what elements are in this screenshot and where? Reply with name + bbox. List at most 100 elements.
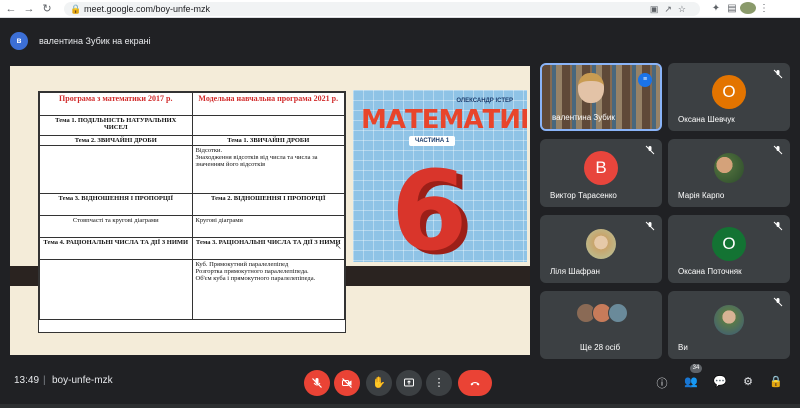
avatar [608,303,628,323]
info-icon[interactable]: ⓘ [655,375,669,391]
lock-icon[interactable]: 🔒 [70,2,81,16]
avatar [586,229,616,259]
participant-tile-viktor-tarasenko[interactable]: В Виктор Тарасенко [540,139,662,207]
table-row: Тема 3. ВІДНОШЕННЯ І ПРОПОРЦІЇ Тема 2. В… [39,193,345,216]
participant-tile-oksana-shevchuk[interactable]: О Оксана Шевчук [668,63,790,131]
meeting-controls-bar: 13:49 | boy-unfe-mzk ✋ ⋮ ⓘ 👥 💬 ⚙ 🔒 [0,364,800,404]
cell-right: Відсотки. Знаходження відсотків від числ… [191,145,345,194]
speaking-indicator-icon: ≡ [638,73,652,87]
activities-icon[interactable]: ⚙ [741,375,755,388]
people-icon[interactable]: 👥 [684,375,698,388]
participant-tile-lilia-shafran[interactable]: Ліля Шафран [540,215,662,283]
mic-toggle-button[interactable] [304,370,330,396]
cell-right: Куб. Прямокутний паралелепіпед Розгортка… [191,259,345,320]
menu-kebab-icon[interactable]: ⋮ [756,2,772,16]
mouse-cursor-icon: ↖ [335,242,342,251]
participant-name: Марія Карпо [678,191,725,200]
meeting-time: 13:49 [14,375,40,386]
avatar: О [712,227,746,261]
leave-call-button[interactable] [458,370,492,396]
window-bottom-edge [0,404,800,408]
participant-count-badge: 34 [690,364,702,373]
participant-tile-others[interactable]: Ще 28 осіб [540,291,662,359]
table-row: Куб. Прямокутний паралелепіпед Розгортка… [39,259,345,320]
presenting-text: валентина Зубик на екрані [39,36,151,46]
profile-avatar[interactable] [740,2,756,16]
forward-icon[interactable]: → [22,2,36,16]
cell-right: Тема 3. РАЦІОНАЛЬНІ ЧИСЛА ТА ДІЇ З НИМИ [191,237,345,260]
participant-tile-presenter[interactable]: ≡ валентина Зубик [540,63,662,131]
presenter-avatar: в [10,32,28,50]
cell-left: Тема 2. ЗВИЧАЙНІ ДРОБИ [39,135,193,146]
book-author: ОЛЕКСАНДР ІСТЕР [456,98,513,104]
presenter-face [578,73,604,103]
avatar [714,153,744,183]
present-screen-button[interactable] [396,370,422,396]
address-bar[interactable]: 🔒 meet.google.com/boy-unfe-mzk ▣↗☆ [64,2,700,16]
cell-left [39,145,193,194]
hand-icon: ✋ [372,377,386,389]
avatar: В [584,151,618,185]
participant-name: Оксана Поточняк [678,267,742,276]
share-icon[interactable]: ↗ [664,4,678,14]
extensions-icon[interactable]: ✦ [708,2,724,16]
mic-off-icon [773,145,783,155]
mic-off-icon [773,297,783,307]
participant-name: Ліля Шафран [550,267,600,276]
cell-right: Тема 1. ЗВИЧАЙНІ ДРОБИ [191,135,345,146]
back-icon[interactable]: ← [4,2,18,16]
camera-icon[interactable]: ▣ [650,4,665,14]
participant-name: Виктор Тарасенко [550,191,617,200]
cell-left [39,259,193,320]
mic-off-icon [645,221,655,231]
profile-avatar-image [740,2,756,15]
mic-off-icon [773,221,783,231]
participant-tile-self[interactable]: Ви [668,291,790,359]
present-icon [404,378,414,387]
cell-right: Тема 2. ВІДНОШЕННЯ І ПРОПОРЦІЇ [191,193,345,216]
cell-right [191,115,345,136]
chat-icon[interactable]: 💬 [713,375,727,388]
reload-icon[interactable]: ↻ [40,2,54,16]
program-document: Програма з математики 2017 р. Модельна н… [38,91,346,333]
cell-left: Тема 4. РАЦІОНАЛЬНІ ЧИСЛА ТА ДІЇ З НИМИ [39,237,193,260]
cell-left: Тема 3. ВІДНОШЕННЯ І ПРОПОРЦІЇ [39,193,193,216]
table-header-row: Програма з математики 2017 р. Модельна н… [39,92,345,116]
participant-name: Ви [678,343,688,352]
camera-toggle-button[interactable] [334,370,360,396]
avatar [714,305,744,335]
table-row: Тема 4. РАЦІОНАЛЬНІ ЧИСЛА ТА ДІЇ З НИМИ … [39,237,345,260]
participant-name: Оксана Шевчук [678,115,735,124]
cell-right: Кругові діаграми [191,215,345,238]
cell-left: Стовпчасті та кругові діаграми [39,215,193,238]
book-grade-number: 6 [391,147,468,262]
table-row: Відсотки. Знаходження відсотків від числ… [39,145,345,194]
hang-up-icon [470,382,480,386]
participant-name: Ще 28 осіб [580,343,621,352]
header-left: Програма з математики 2017 р. [39,92,193,116]
textbook-cover: ОЛЕКСАНДР ІСТЕР МАТЕМАТИКА ЧАСТИНА 1 6 [353,90,527,262]
sidebar-icon[interactable]: ▤ [724,2,740,16]
raise-hand-button[interactable]: ✋ [366,370,392,396]
more-options-button[interactable]: ⋮ [426,370,452,396]
shared-screen[interactable]: Програма з математики 2017 р. Модельна н… [10,66,530,355]
presenting-banner: в валентина Зубик на екрані [10,30,151,52]
mic-off-icon [773,69,783,79]
header-right: Модельна навчальна програма 2021 р. [191,92,345,116]
program-table: Програма з математики 2017 р. Модельна н… [39,92,345,320]
camera-off-icon [342,378,352,388]
host-controls-icon[interactable]: 🔒 [769,375,783,388]
avatar: О [712,75,746,109]
table-row: Тема 2. ЗВИЧАЙНІ ДРОБИ Тема 1. ЗВИЧАЙНІ … [39,135,345,146]
participant-name: валентина Зубик [552,113,615,122]
cell-left: Тема 1. ПОДІЛЬНІСТЬ НАТУРАЛЬНИХ ЧИСЕЛ [39,115,193,136]
url-text: meet.google.com/boy-unfe-mzk [84,4,211,14]
bookmark-star-icon[interactable]: ☆ [678,4,692,14]
browser-toolbar: ← → ↻ 🔒 meet.google.com/boy-unfe-mzk ▣↗☆… [0,0,800,18]
mic-off-icon [645,145,655,155]
participant-tile-oksana-potochniak[interactable]: О Оксана Поточняк [668,215,790,283]
table-row: Тема 1. ПОДІЛЬНІСТЬ НАТУРАЛЬНИХ ЧИСЕЛ [39,115,345,136]
participant-tile-maria-karpo[interactable]: Марія Карпо [668,139,790,207]
mic-off-icon [312,378,322,388]
book-title: МАТЕМАТИКА [361,105,527,135]
